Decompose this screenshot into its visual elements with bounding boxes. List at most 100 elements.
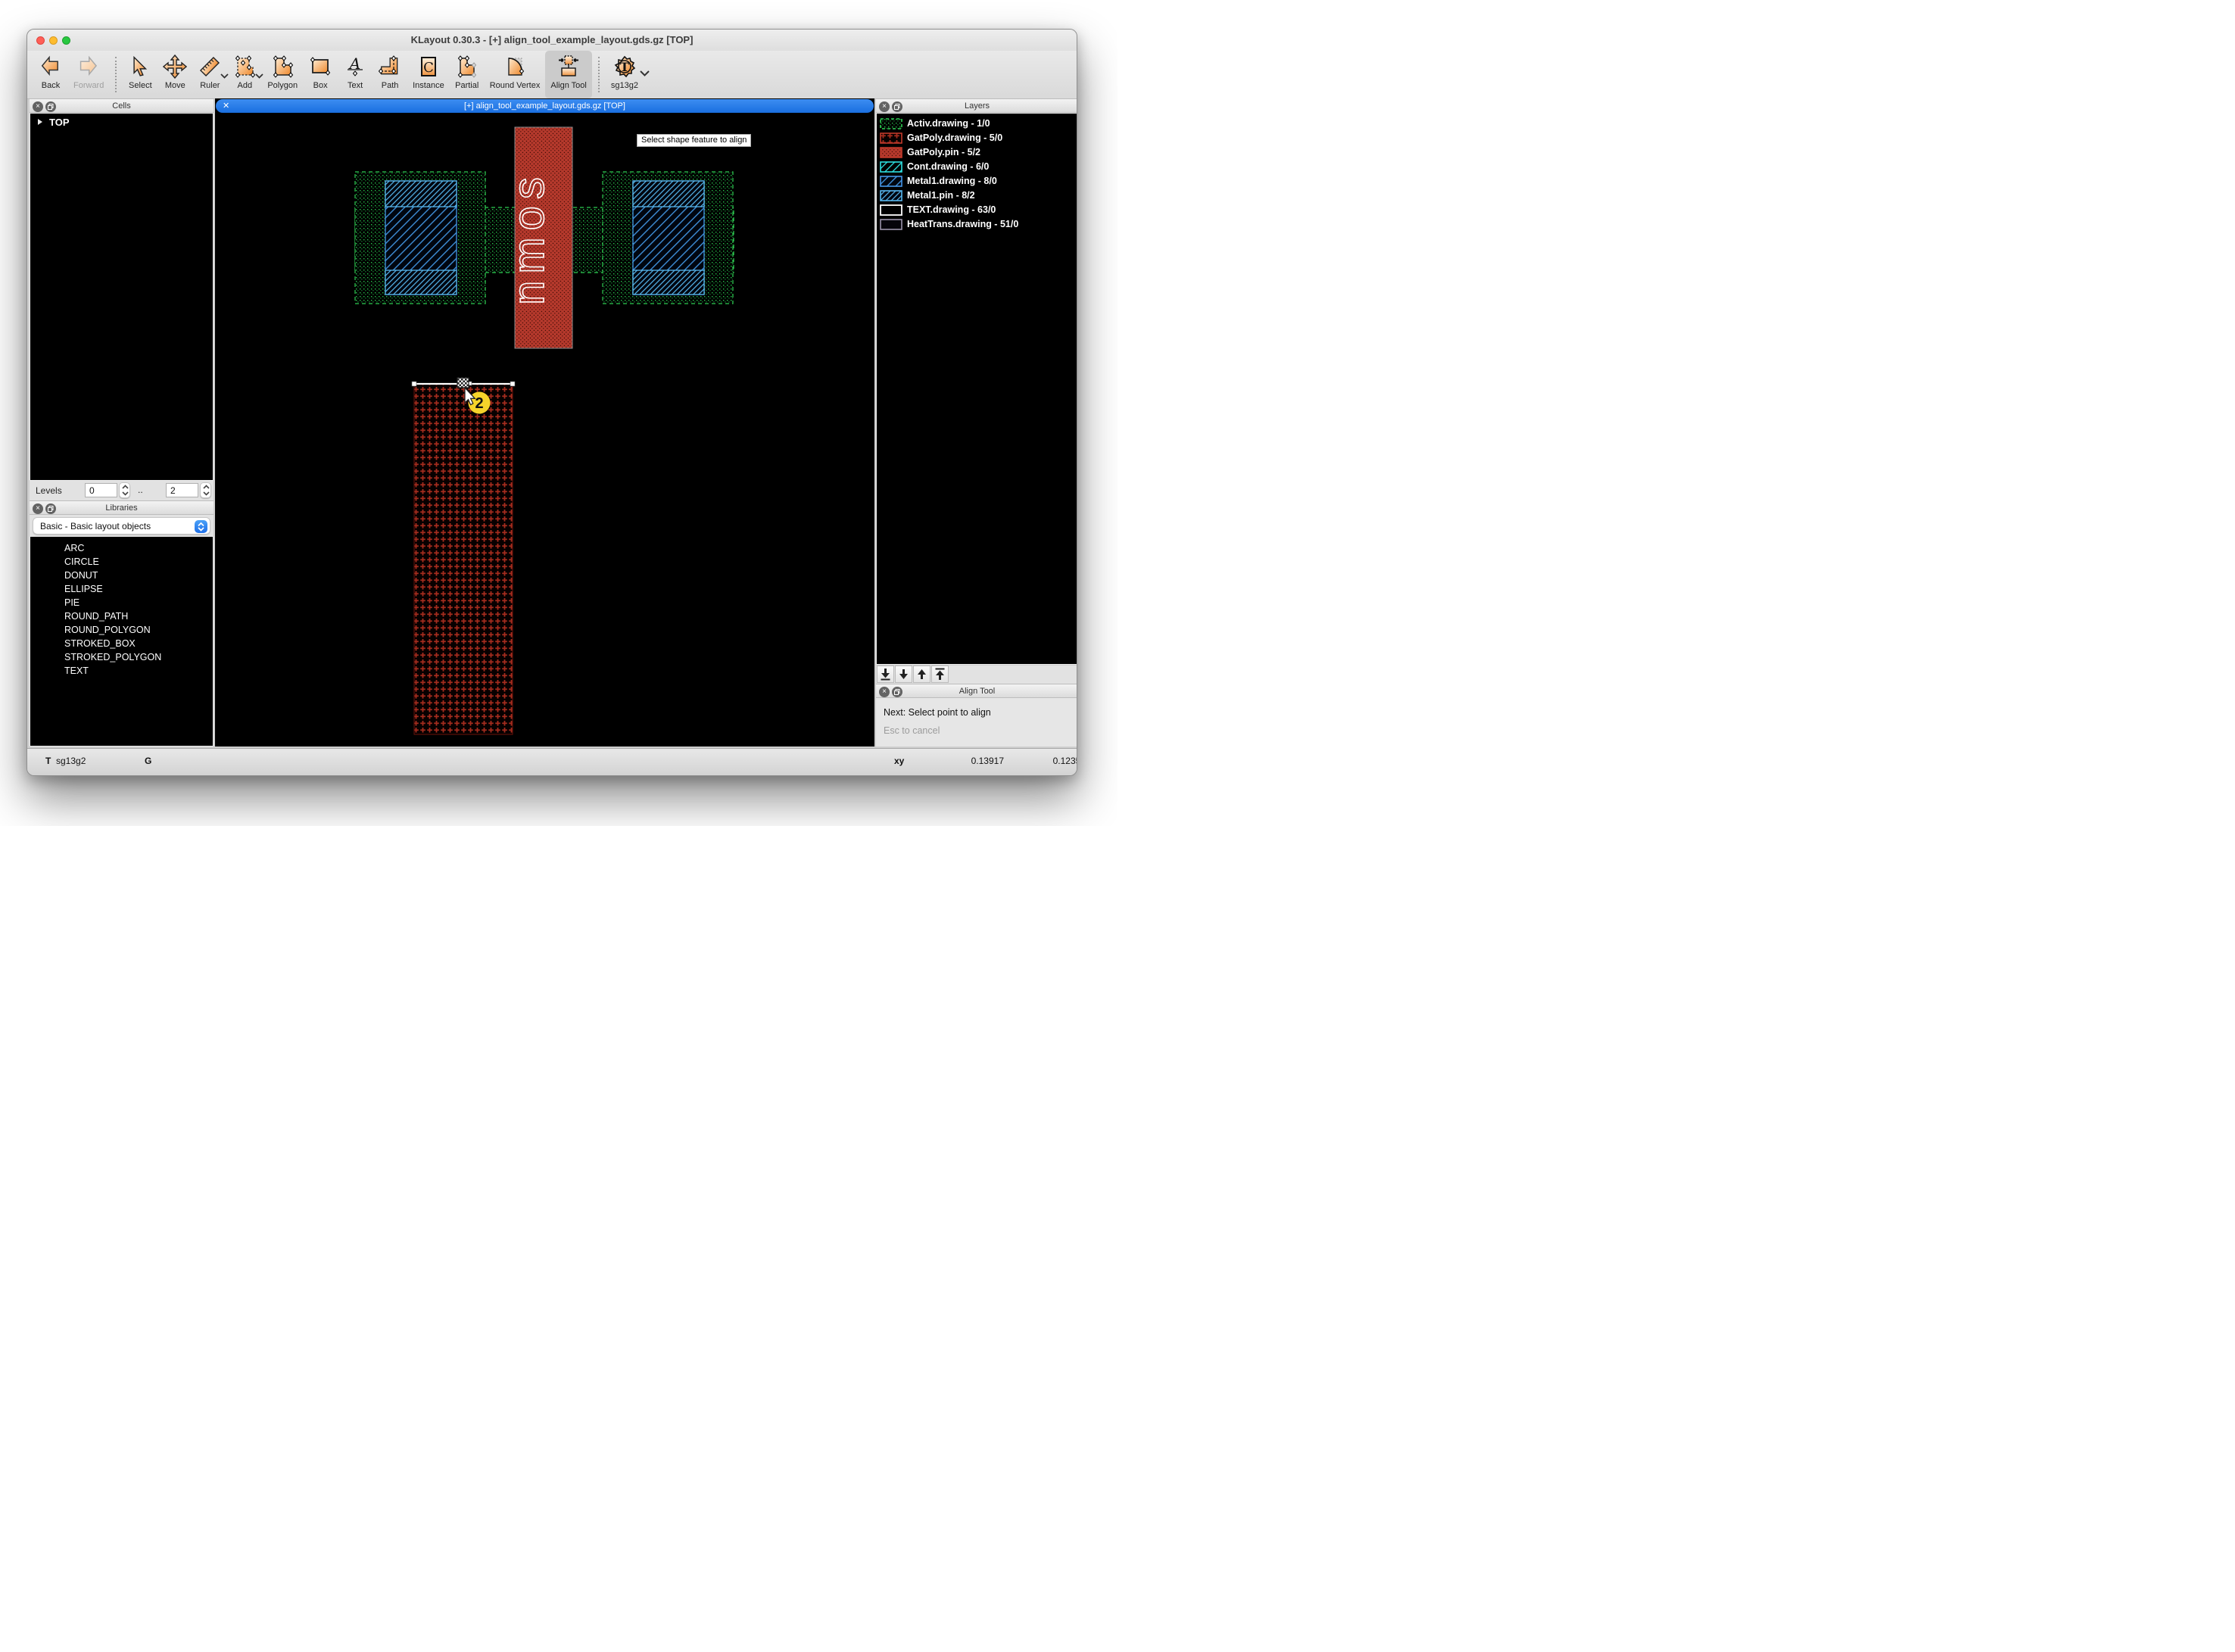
library-select[interactable]: Basic - Basic layout objects xyxy=(33,517,210,535)
sg13g2-dropdown-icon[interactable] xyxy=(640,70,650,76)
add-button[interactable]: Add xyxy=(227,51,262,98)
layer-swatch-gatpoly-pin[interactable] xyxy=(880,147,902,158)
levels-from-input[interactable]: 0 xyxy=(85,483,117,497)
right-panel-column: × Layers Activ.drawing - 1/0 GatPoly.dra… xyxy=(876,98,1077,750)
list-item[interactable]: ROUND_PATH xyxy=(64,611,128,622)
align-panel-body: Next: Select point to align Esc to cance… xyxy=(876,698,1077,747)
round-vertex-icon xyxy=(503,55,527,79)
move-button[interactable]: Move xyxy=(157,51,192,98)
align-step-number: 2 xyxy=(475,395,483,412)
align-tool-icon xyxy=(556,55,581,79)
align-panel-header: × Align Tool xyxy=(876,684,1077,698)
list-item[interactable]: PIE xyxy=(64,597,79,608)
back-label: Back xyxy=(42,81,60,90)
forward-button[interactable]: Forward xyxy=(68,51,109,98)
polygon-button[interactable]: Polygon xyxy=(262,51,303,98)
ruler-label: Ruler xyxy=(200,81,220,90)
list-item[interactable]: ARC xyxy=(64,543,84,553)
list-item[interactable]: ELLIPSE xyxy=(64,584,103,594)
tab-title: [+] align_tool_example_layout.gds.gz [TO… xyxy=(216,101,874,111)
list-item[interactable]: ROUND_POLYGON xyxy=(64,625,151,635)
path-button[interactable]: Path xyxy=(372,51,407,98)
list-item[interactable]: DONUT xyxy=(64,570,98,581)
select-icon xyxy=(128,55,152,79)
round-vertex-button[interactable]: Round Vertex xyxy=(485,51,546,98)
layer-swatch-heattrans[interactable] xyxy=(880,219,902,230)
cell-top-row[interactable]: TOP xyxy=(30,117,70,128)
box-label: Box xyxy=(313,81,328,90)
library-select-row: Basic - Basic layout objects xyxy=(30,515,214,536)
layers-panel-header: × Layers xyxy=(876,98,1077,113)
partial-button[interactable]: Partial xyxy=(450,51,485,98)
move-layer-bottom-button[interactable] xyxy=(877,665,894,683)
text-button[interactable]: A Text xyxy=(338,51,372,98)
layout-tab[interactable]: ✕ [+] align_tool_example_layout.gds.gz [… xyxy=(216,99,874,113)
move-label: Move xyxy=(165,81,185,90)
instance-button[interactable]: C Instance xyxy=(407,51,450,98)
libraries-panel-header: × Libraries xyxy=(30,500,214,515)
metal1-pin-left-top-shape[interactable] xyxy=(385,181,457,207)
status-cell-type: T xyxy=(45,756,51,766)
status-x-coordinate: 0.13917 xyxy=(943,756,1004,766)
layers-panel-title: Layers xyxy=(876,101,1077,111)
ruler-icon xyxy=(198,55,222,79)
add-icon xyxy=(232,55,257,79)
library-select-stepper-icon[interactable] xyxy=(195,520,207,533)
list-item[interactable]: STROKED_BOX xyxy=(64,638,136,649)
toolbar: Back Forward Select Move xyxy=(27,51,1077,99)
layer-swatch-gatpoly-drawing[interactable] xyxy=(880,132,902,144)
instance-icon: C xyxy=(416,55,441,79)
title-bar: KLayout 0.30.3 - [+] align_tool_example_… xyxy=(27,30,1077,51)
expand-triangle-icon[interactable] xyxy=(37,118,43,126)
list-item[interactable]: TEXT xyxy=(64,665,89,676)
levels-to-input[interactable]: 2 xyxy=(166,483,198,497)
select-button[interactable]: Select xyxy=(123,51,157,98)
align-tool-label: Align Tool xyxy=(550,81,587,90)
status-y-coordinate: 0.12351 xyxy=(1025,756,1077,766)
align-cancel-hint: Esc to cancel xyxy=(884,725,940,736)
library-list[interactable]: ARC CIRCLE DONUT ELLIPSE PIE ROUND_PATH … xyxy=(30,536,214,747)
levels-to-stepper[interactable] xyxy=(200,482,211,498)
toolbar-separator xyxy=(598,57,600,92)
box-button[interactable]: Box xyxy=(303,51,338,98)
gate-text-label: nmos xyxy=(504,170,553,305)
svg-text:C: C xyxy=(423,60,434,76)
forward-label: Forward xyxy=(73,81,104,90)
layer-swatch-metal1-drawing[interactable] xyxy=(880,176,902,187)
polygon-label: Polygon xyxy=(267,81,298,90)
list-item[interactable]: CIRCLE xyxy=(64,556,99,567)
cells-panel-header: × Cells xyxy=(30,98,214,113)
desktop: KLayout 0.30.3 - [+] align_tool_example_… xyxy=(0,0,1118,826)
partial-label: Partial xyxy=(455,81,478,90)
window-title: KLayout 0.30.3 - [+] align_tool_example_… xyxy=(27,34,1077,45)
metal1-pin-right-top-shape[interactable] xyxy=(633,181,704,207)
sg13g2-menu-button[interactable]: T sg13g2 xyxy=(606,51,644,98)
add-label: Add xyxy=(238,81,253,90)
layout-viewport[interactable]: nmos 2 xyxy=(215,114,874,747)
layers-list[interactable]: Activ.drawing - 1/0 GatPoly.drawing - 5/… xyxy=(876,113,1077,665)
align-tool-button[interactable]: Align Tool xyxy=(545,51,592,98)
back-icon xyxy=(39,55,63,79)
layer-swatch-metal1-pin[interactable] xyxy=(880,190,902,201)
layer-swatch-cont[interactable] xyxy=(880,161,902,173)
move-layer-down-button[interactable] xyxy=(895,665,912,683)
layer-swatch-text[interactable] xyxy=(880,204,902,216)
move-layer-up-button[interactable] xyxy=(913,665,930,683)
path-label: Path xyxy=(382,81,399,90)
layer-swatch-activ[interactable] xyxy=(880,118,902,129)
levels-from-stepper[interactable] xyxy=(119,482,130,498)
status-xy-label: xy xyxy=(894,756,904,766)
cells-tree[interactable]: TOP xyxy=(30,113,214,481)
forward-icon xyxy=(76,55,101,79)
toolbar-separator xyxy=(115,57,117,92)
move-layer-top-button[interactable] xyxy=(931,665,949,683)
cell-top-label: TOP xyxy=(49,117,70,128)
back-button[interactable]: Back xyxy=(33,51,68,98)
levels-row: Levels 0 .. 2 xyxy=(30,481,214,501)
align-target-shape[interactable] xyxy=(414,384,513,734)
metal1-pin-right-bottom-shape[interactable] xyxy=(633,270,704,295)
list-item[interactable]: STROKED_POLYGON xyxy=(64,652,161,662)
ruler-button[interactable]: Ruler xyxy=(192,51,227,98)
layer-move-toolbar xyxy=(876,665,1077,684)
metal1-pin-left-bottom-shape[interactable] xyxy=(385,270,457,295)
